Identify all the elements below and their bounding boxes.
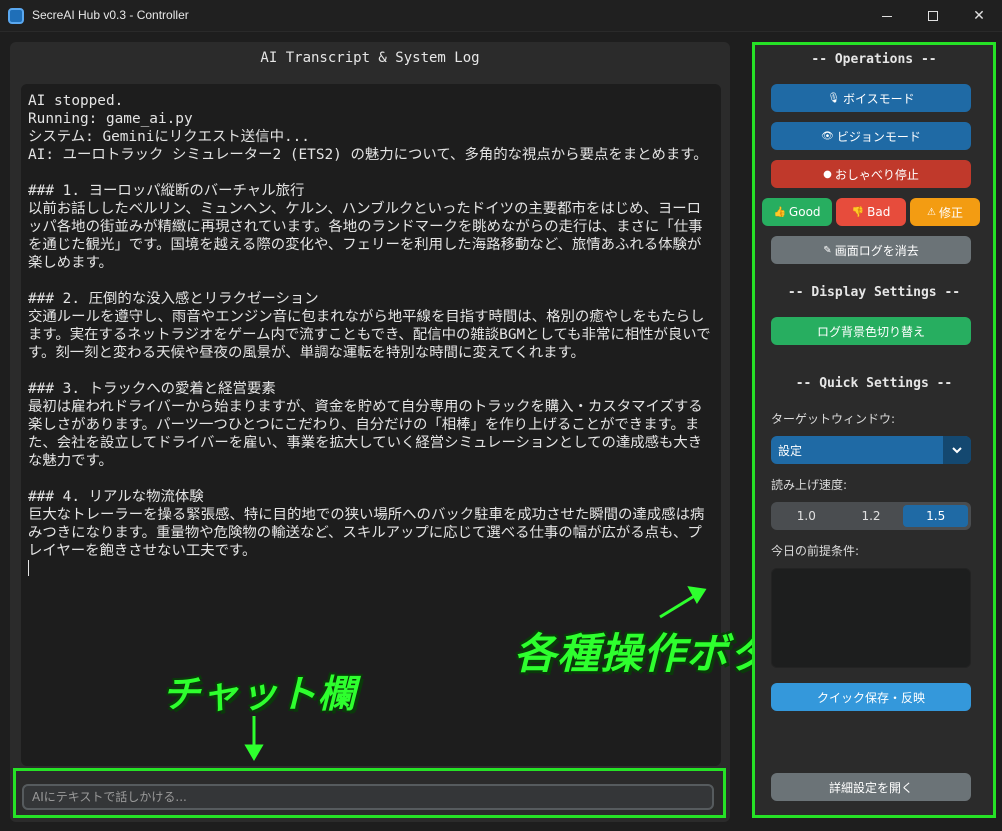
voice-mode-button[interactable]: 🎙 ボイスモード [771,84,971,112]
read-speed-label: 読み上げ速度: [771,478,848,492]
speed-option-1-0[interactable]: 1.0 [774,505,839,527]
thumbs-down-icon: 👎 [851,206,865,218]
thumbs-up-icon: 👍 [773,206,786,218]
minimize-button[interactable] [864,0,910,32]
fix-button[interactable]: ⚠ 修正 [910,198,980,226]
quick-save-button[interactable]: クイック保存・反映 [771,683,971,711]
open-advanced-settings-button[interactable]: 詳細設定を開く [771,773,971,801]
pencil-icon: ✎ [823,244,832,256]
stop-talking-button[interactable]: ● おしゃべり停止 [771,160,971,188]
chat-input[interactable] [22,784,714,810]
close-icon: ✕ [973,8,985,24]
display-settings-title: -- Display Settings -- [787,285,961,300]
operations-title: -- Operations -- [811,52,937,67]
target-window-label: ターゲットウィンドウ: [771,412,896,426]
text-caret [28,560,29,576]
title-bar: SecreAI Hub v0.3 - Controller ✕ [0,0,1002,32]
record-icon: ● [823,168,832,180]
window-title: SecreAI Hub v0.3 - Controller [32,8,189,22]
minimize-icon [882,15,892,17]
target-window-value: 設定 [778,444,803,458]
toggle-log-bg-button[interactable]: ログ背景色切り替え [771,317,971,345]
close-button[interactable]: ✕ [956,0,1002,32]
eye-icon: 👁 [821,130,834,142]
target-window-dropdown[interactable]: 設定 [771,436,971,464]
app-icon [8,8,24,24]
good-button[interactable]: 👍 Good [762,198,832,226]
premise-textbox[interactable] [771,568,971,668]
speed-option-1-2[interactable]: 1.2 [839,505,904,527]
warning-icon: ⚠ [927,206,936,218]
chat-annotation-label: チャット欄 [162,672,357,716]
maximize-button[interactable] [910,0,956,32]
clear-log-button[interactable]: ✎ 画面ログを消去 [771,236,971,264]
quick-settings-title: -- Quick Settings -- [795,376,953,391]
microphone-icon: 🎙 [827,92,841,104]
premise-label: 今日の前提条件: [771,544,860,558]
chevron-down-icon[interactable] [943,436,971,464]
vision-mode-button[interactable]: 👁 ビジョンモード [771,122,971,150]
maximize-icon [928,11,938,21]
log-title: AI Transcript & System Log [260,50,480,66]
bad-button[interactable]: 👎 Bad [836,198,906,226]
speed-option-1-5[interactable]: 1.5 [903,505,969,527]
read-speed-selector: 1.0 1.2 1.5 [771,502,971,530]
log-text: AI stopped. Running: game_ai.py システム: Ge… [28,93,711,559]
